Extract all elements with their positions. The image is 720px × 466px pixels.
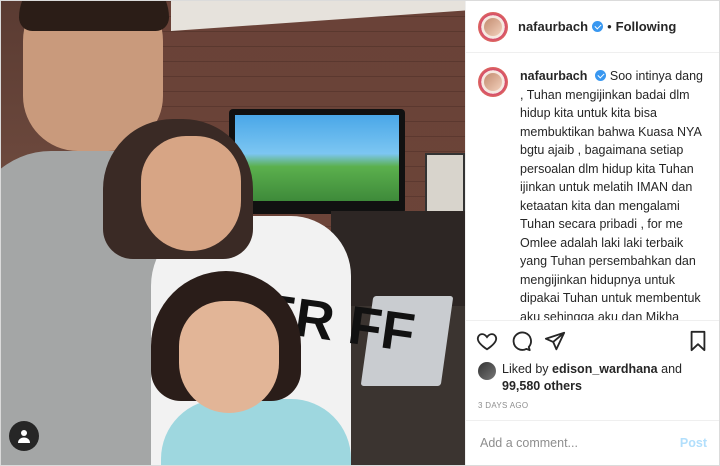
verified-badge-icon — [592, 21, 604, 32]
likes-count[interactable]: 99,580 others — [502, 379, 582, 393]
share-icon[interactable] — [544, 330, 566, 352]
likes-text: Liked by edison_wardhana and 99,580 othe… — [502, 361, 682, 395]
heart-icon[interactable] — [476, 330, 498, 352]
avatar[interactable] — [478, 11, 508, 42]
post-comment-button[interactable]: Post — [680, 436, 707, 450]
tv-screen — [235, 115, 399, 201]
liked-by-user[interactable]: edison_wardhana — [552, 362, 658, 376]
liker-avatar[interactable] — [478, 362, 496, 380]
following-button[interactable]: Following — [616, 19, 677, 34]
caption-username[interactable]: nafaurbach — [520, 69, 587, 83]
television — [229, 109, 405, 214]
post-header: nafaurbach • Following — [466, 1, 719, 53]
separator-dot: • — [607, 19, 612, 34]
likes-prefix: Liked by — [502, 362, 549, 376]
caption-avatar[interactable] — [478, 67, 508, 97]
post-date[interactable]: 3 DAYS AGO — [466, 395, 719, 420]
instagram-post: ER FF nafaurbach • Following nafaurbach … — [0, 0, 720, 466]
comments-area[interactable]: nafaurbach Soo intinya dang , Tuhan meng… — [466, 53, 719, 320]
woman-face — [141, 136, 241, 251]
child-shirt — [161, 399, 351, 465]
man-hair — [19, 1, 169, 31]
header-username[interactable]: nafaurbach — [518, 19, 588, 34]
caption: nafaurbach Soo intinya dang , Tuhan meng… — [520, 67, 707, 320]
post-sidebar: nafaurbach • Following nafaurbach Soo in… — [465, 1, 719, 465]
bookmark-icon[interactable] — [687, 330, 709, 352]
action-bar — [466, 320, 719, 361]
user-tag-icon[interactable] — [9, 421, 39, 451]
likes-summary: Liked by edison_wardhana and 99,580 othe… — [466, 361, 719, 395]
verified-badge-icon — [595, 70, 607, 81]
caption-text: Soo intinya dang , Tuhan mengijinkan bad… — [520, 69, 704, 320]
comment-icon[interactable] — [510, 330, 532, 352]
post-photo[interactable]: ER FF — [1, 1, 465, 465]
child-face — [179, 301, 279, 413]
add-comment-bar: Post — [466, 420, 719, 465]
comment-input[interactable] — [478, 435, 680, 451]
likes-and: and — [661, 362, 682, 376]
